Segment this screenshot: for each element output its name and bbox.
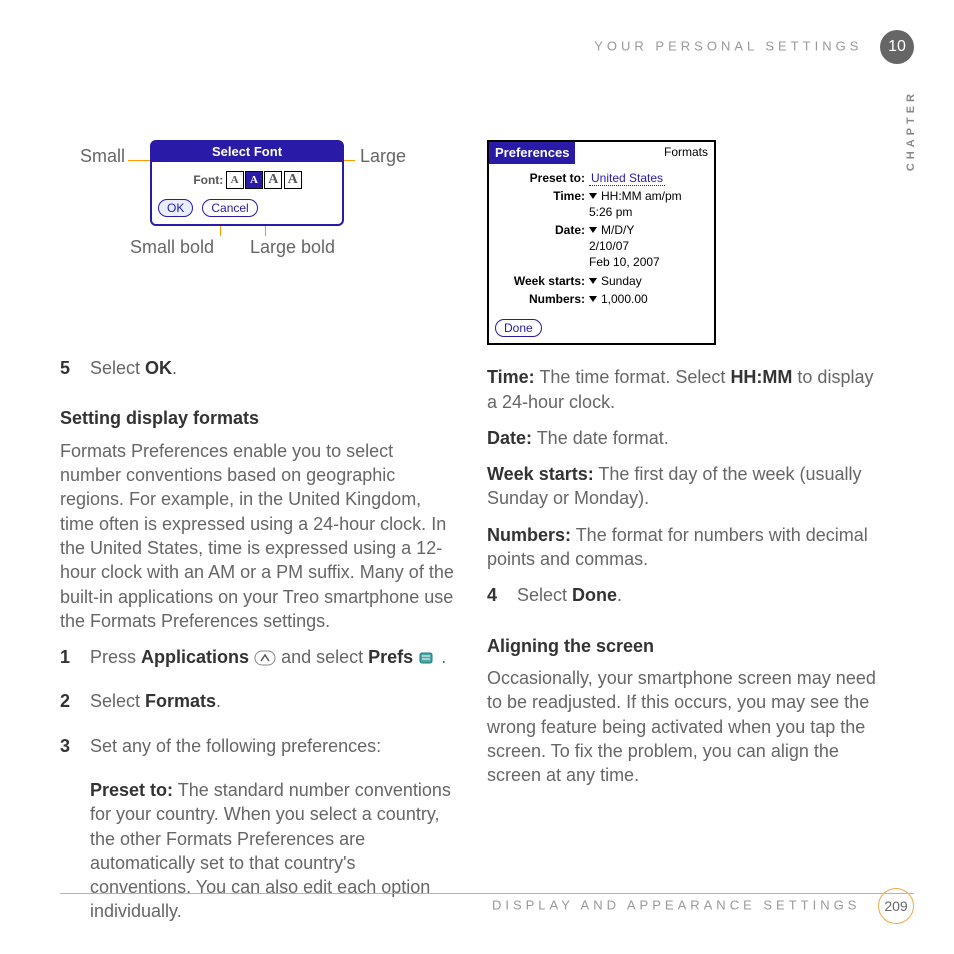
- page-header: YOUR PERSONAL SETTINGS 10: [0, 30, 914, 64]
- font-option-small[interactable]: A: [226, 171, 244, 189]
- dialog-title: Select Font: [152, 142, 342, 162]
- step-4: 4 Select Done.: [487, 583, 884, 619]
- paragraph: Occasionally, your smartphone screen may…: [487, 666, 884, 787]
- step-number: 2: [60, 689, 80, 725]
- numbers-description: Numbers: The format for numbers with dec…: [487, 523, 884, 572]
- step-2: 2 Select Formats.: [60, 689, 457, 725]
- callout-small-bold: Small bold: [130, 235, 214, 259]
- heading-setting-display-formats: Setting display formats: [60, 406, 457, 430]
- chapter-side-label: CHAPTER: [904, 90, 919, 171]
- step-1: 1 Press Applications and select Prefs .: [60, 645, 457, 681]
- step-3: 3 Set any of the following preferences:: [60, 734, 457, 770]
- step-5: 5 Select OK.: [60, 356, 457, 392]
- date-value[interactable]: M/D/Y: [601, 223, 634, 237]
- week-description: Week starts: The first day of the week (…: [487, 462, 884, 511]
- date-description: Date: The date format.: [487, 426, 884, 450]
- dropdown-icon[interactable]: [589, 278, 597, 284]
- ok-button[interactable]: OK: [158, 199, 193, 217]
- right-column: Preferences Formats Preset to: United St…: [487, 140, 884, 874]
- callout-large-bold: Large bold: [250, 235, 335, 259]
- numbers-value[interactable]: 1,000.00: [601, 292, 648, 306]
- heading-aligning-screen: Aligning the screen: [487, 634, 884, 658]
- step-number: 3: [60, 734, 80, 770]
- page-footer: DISPLAY AND APPEARANCE SETTINGS 209: [0, 888, 914, 924]
- dropdown-icon[interactable]: [589, 296, 597, 302]
- callout-small: Small: [80, 144, 125, 168]
- left-column: Small Large Small bold Large bold Select…: [60, 140, 457, 874]
- preset-selector[interactable]: United States: [589, 171, 665, 186]
- dialog-tab[interactable]: Preferences: [489, 142, 575, 164]
- font-label: Font:: [193, 173, 223, 187]
- applications-icon: [254, 650, 276, 666]
- header-title: YOUR PERSONAL SETTINGS: [594, 38, 862, 53]
- font-option-small-bold[interactable]: A: [245, 171, 263, 189]
- time-value[interactable]: HH:MM am/pm: [601, 189, 682, 203]
- paragraph: Formats Preferences enable you to select…: [60, 439, 457, 633]
- time-description: Time: The time format. Select HH:MM to d…: [487, 365, 884, 414]
- step-number: 5: [60, 356, 80, 392]
- page-number: 209: [878, 888, 914, 924]
- dropdown-icon[interactable]: [589, 193, 597, 199]
- cancel-button[interactable]: Cancel: [202, 199, 257, 217]
- step-number: 4: [487, 583, 507, 619]
- step-number: 1: [60, 645, 80, 681]
- dropdown-icon[interactable]: [589, 227, 597, 233]
- font-option-large-bold[interactable]: A: [284, 171, 302, 189]
- chapter-badge: 10: [880, 30, 914, 64]
- preferences-dialog: Preferences Formats Preset to: United St…: [487, 140, 716, 345]
- dialog-category: Formats: [575, 142, 714, 164]
- week-value[interactable]: Sunday: [601, 274, 642, 288]
- done-button[interactable]: Done: [495, 319, 542, 337]
- font-diagram: Small Large Small bold Large bold Select…: [90, 140, 457, 336]
- select-font-dialog: Select Font Font: A A A A OK Cancel: [150, 140, 344, 226]
- callout-large: Large: [360, 144, 406, 168]
- font-option-large[interactable]: A: [264, 171, 282, 189]
- prefs-icon: [418, 651, 436, 665]
- footer-title: DISPLAY AND APPEARANCE SETTINGS: [492, 897, 860, 912]
